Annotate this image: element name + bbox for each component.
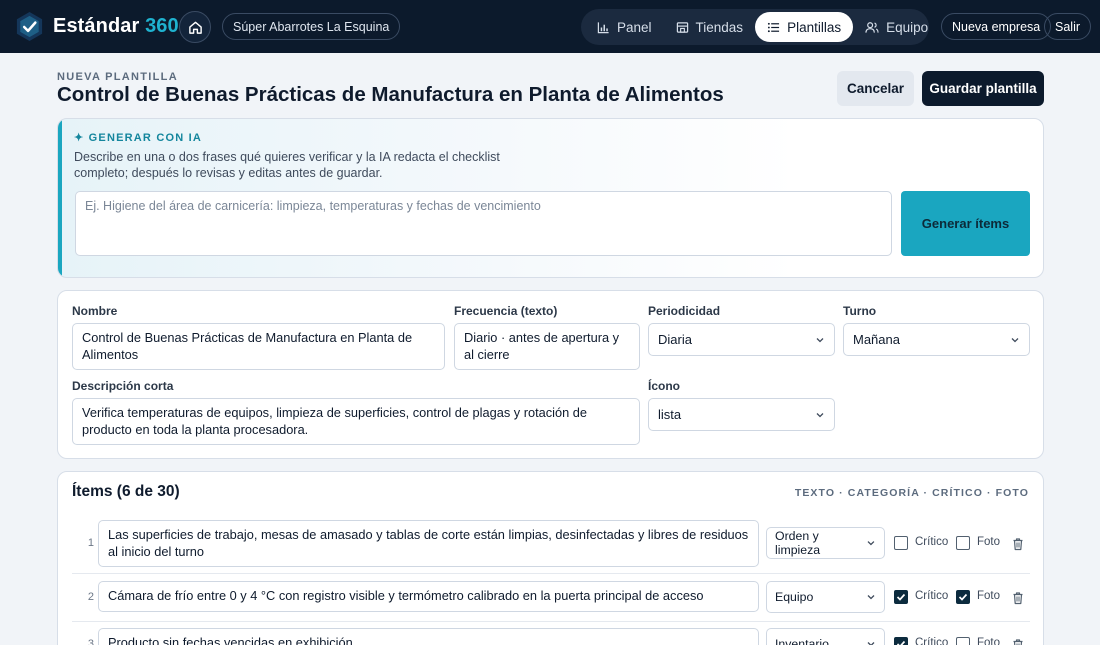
store-selector[interactable]: Súper Abarrotes La Esquina	[222, 13, 401, 40]
store-icon	[676, 21, 688, 33]
name-label: Nombre	[72, 304, 118, 318]
nav-label: Panel	[617, 19, 652, 35]
chevron-down-icon	[867, 642, 875, 645]
icon-value: lista	[658, 407, 682, 422]
trash-icon[interactable]	[1011, 591, 1025, 605]
item-row: 1 Las superficies de trabajo, mesas de a…	[72, 516, 1030, 574]
brand-accent-text: 360	[145, 15, 179, 37]
photo-checkbox[interactable]	[956, 637, 970, 645]
brand-name-text: Estándar	[53, 15, 140, 37]
items-title: Ítems (6 de 30)	[72, 483, 180, 500]
short-description-field[interactable]: Verifica temperaturas de equipos, limpie…	[72, 398, 640, 445]
nav-label: Plantillas	[787, 19, 842, 35]
nav-item-panel[interactable]: Panel	[585, 12, 664, 42]
item-row: 2 Cámara de frío entre 0 y 4 °C con regi…	[72, 575, 1030, 622]
photo-label: Foto	[977, 536, 1001, 548]
item-row: 3 Producto sin fechas vencidas en exhibi…	[72, 622, 1030, 645]
critical-checkbox[interactable]	[894, 637, 908, 645]
save-template-button[interactable]: Guardar plantilla	[922, 71, 1044, 106]
nav-item-tiendas[interactable]: Tiendas	[664, 12, 756, 42]
ai-prompt-input[interactable]: Ej. Higiene del área de carnicería: limp…	[75, 191, 892, 256]
shift-label: Turno	[843, 304, 877, 318]
home-button[interactable]	[179, 11, 211, 43]
item-category-select[interactable]: Equipo	[766, 581, 885, 613]
nav-label: Tiendas	[695, 19, 744, 35]
shift-value: Mañana	[853, 332, 900, 347]
item-text-field[interactable]: Las superficies de trabajo, mesas de ama…	[98, 520, 759, 567]
home-icon	[188, 21, 202, 34]
frequency-label: Frecuencia (texto)	[454, 304, 558, 318]
template-details-card: Nombre Control de Buenas Prácticas de Ma…	[57, 290, 1044, 459]
check-icon	[896, 640, 906, 645]
photo-label: Foto	[977, 590, 1001, 602]
photo-checkbox[interactable]	[956, 536, 970, 550]
item-number: 1	[87, 537, 94, 549]
list-icon	[767, 22, 780, 32]
photo-label: Foto	[977, 637, 1001, 645]
nav-item-equipo[interactable]: Equipo	[853, 12, 940, 42]
critical-label: Crítico	[915, 637, 949, 645]
main-nav: Panel Tiendas Plantillas Equipo	[581, 9, 929, 45]
item-text-field[interactable]: Producto sin fechas vencidas en exhibici…	[98, 628, 759, 645]
periodicity-select[interactable]: Diaria	[648, 323, 835, 356]
chevron-down-icon	[867, 541, 875, 546]
periodicity-value: Diaria	[658, 332, 692, 347]
cancel-button[interactable]: Cancelar	[837, 71, 914, 106]
item-number: 3	[87, 638, 94, 645]
trash-icon[interactable]	[1011, 537, 1025, 551]
critical-label: Crítico	[915, 536, 949, 548]
brand-name[interactable]: Estándar 360	[53, 15, 179, 38]
photo-checkbox[interactable]	[956, 590, 970, 604]
chevron-down-icon	[1011, 337, 1019, 342]
item-number: 2	[87, 591, 94, 603]
critical-checkbox[interactable]	[894, 536, 908, 550]
new-company-button[interactable]: Nueva empresa	[941, 13, 1052, 40]
items-legend: TEXTO · CATEGORÍA · CRÍTICO · FOTO	[794, 487, 1029, 499]
top-bar: Estándar 360 Súper Abarrotes La Esquina …	[0, 0, 1100, 53]
short-description-label: Descripción corta	[72, 379, 174, 393]
item-category-value: Orden y limpieza	[775, 529, 821, 557]
critical-checkbox[interactable]	[894, 590, 908, 604]
periodicity-label: Periodicidad	[648, 304, 721, 318]
ai-generator-card: ✦ GENERAR CON IA Describe en una o dos f…	[57, 118, 1044, 278]
logout-button[interactable]: Salir	[1044, 13, 1092, 40]
shift-select[interactable]: Mañana	[843, 323, 1030, 356]
chevron-down-icon	[816, 412, 824, 417]
nav-item-plantillas[interactable]: Plantillas	[755, 12, 854, 42]
check-icon	[958, 593, 968, 601]
icon-select[interactable]: lista	[648, 398, 835, 431]
name-field[interactable]: Control de Buenas Prácticas de Manufactu…	[72, 323, 445, 370]
check-icon	[896, 593, 906, 601]
critical-label: Crítico	[915, 590, 949, 602]
icon-label: Ícono	[648, 379, 680, 393]
ai-generator-title: ✦ GENERAR CON IA	[74, 132, 203, 144]
brand-logo-icon	[16, 11, 43, 42]
items-card: Ítems (6 de 30) TEXTO · CATEGORÍA · CRÍT…	[57, 471, 1044, 645]
bar-chart-icon	[597, 21, 609, 33]
trash-icon[interactable]	[1011, 638, 1025, 645]
page-title: Control de Buenas Prácticas de Manufactu…	[57, 83, 724, 106]
nav-label: Equipo	[886, 19, 929, 35]
item-category-value: Inventario	[775, 637, 830, 645]
item-category-select[interactable]: Orden y limpieza	[766, 527, 885, 559]
page-eyebrow: NUEVA PLANTILLA	[57, 71, 178, 83]
item-text-field[interactable]: Cámara de frío entre 0 y 4 °C con regist…	[98, 581, 759, 612]
users-icon	[865, 21, 879, 33]
generate-items-button[interactable]: Generar ítems	[901, 191, 1030, 256]
chevron-down-icon	[816, 337, 824, 342]
ai-generator-description: Describe en una o dos frases qué quieres…	[74, 150, 500, 180]
frequency-field[interactable]: Diario · antes de apertura y al cierre	[454, 323, 640, 370]
chevron-down-icon	[867, 595, 875, 600]
item-category-value: Equipo	[775, 590, 814, 604]
item-category-select[interactable]: Inventario	[766, 628, 885, 645]
